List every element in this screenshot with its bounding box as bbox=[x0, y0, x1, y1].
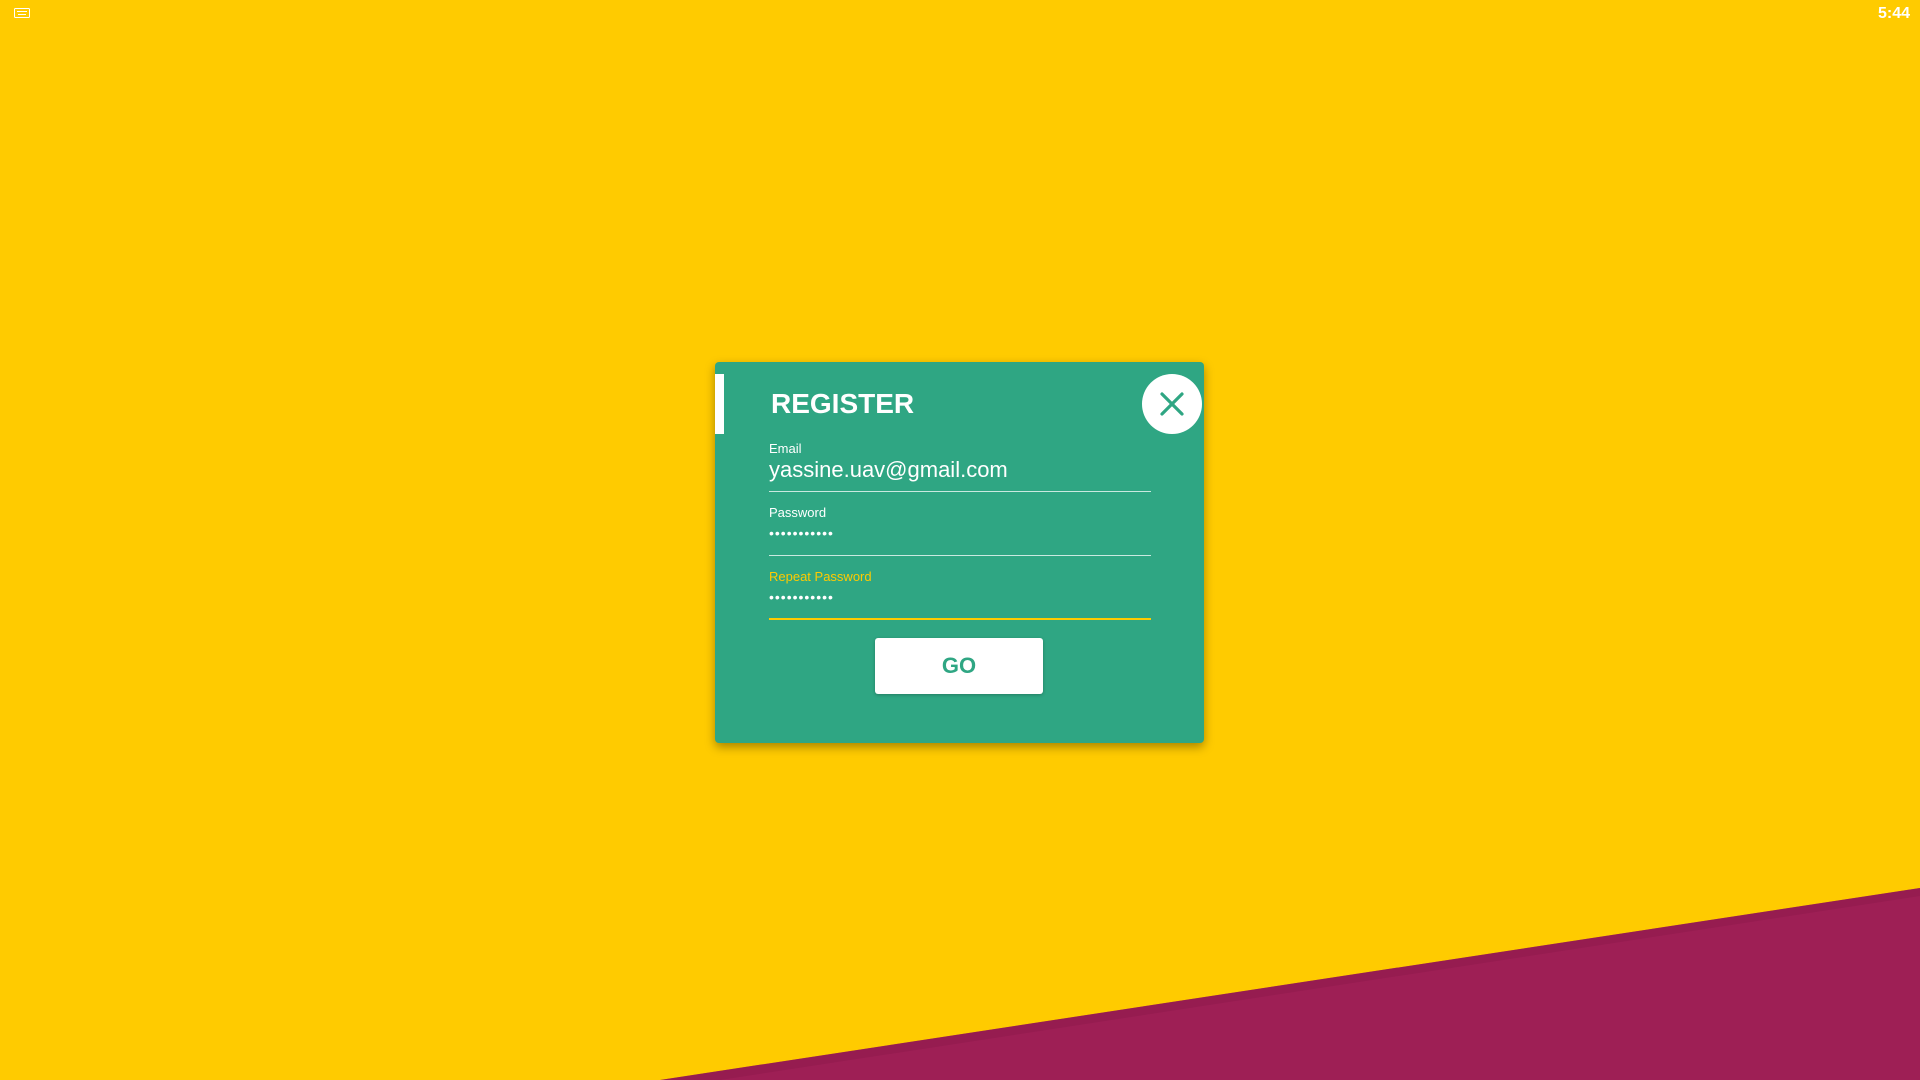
repeat-password-underline bbox=[769, 618, 1151, 620]
password-label: Password bbox=[769, 505, 827, 520]
email-input[interactable]: yassine.uav@gmail.com bbox=[769, 457, 1151, 483]
email-label: Email bbox=[769, 441, 802, 456]
repeat-password-label: Repeat Password bbox=[769, 569, 872, 584]
app-screen: 5:44 REGISTER Email yassine.uav@gmail.co… bbox=[0, 0, 1920, 1080]
dialog-title: REGISTER bbox=[771, 388, 915, 419]
go-button[interactable]: GO bbox=[875, 638, 1043, 694]
keyboard-icon bbox=[14, 8, 30, 18]
status-time: 5:44 bbox=[1877, 5, 1910, 22]
password-input[interactable]: ••••••••••• bbox=[769, 523, 1151, 543]
repeat-password-input[interactable]: ••••••••••• bbox=[769, 587, 1151, 607]
email-underline bbox=[769, 491, 1151, 492]
accent-bar bbox=[715, 374, 724, 434]
close-button[interactable] bbox=[1142, 374, 1202, 434]
password-field[interactable]: Password ••••••••••• bbox=[769, 505, 1151, 571]
password-underline bbox=[769, 555, 1151, 556]
close-icon bbox=[1160, 392, 1184, 416]
register-dialog: REGISTER Email yassine.uav@gmail.com Pas… bbox=[715, 362, 1204, 743]
email-field[interactable]: Email yassine.uav@gmail.com bbox=[769, 441, 1151, 507]
repeat-password-field[interactable]: Repeat Password ••••••••••• bbox=[769, 569, 1151, 635]
